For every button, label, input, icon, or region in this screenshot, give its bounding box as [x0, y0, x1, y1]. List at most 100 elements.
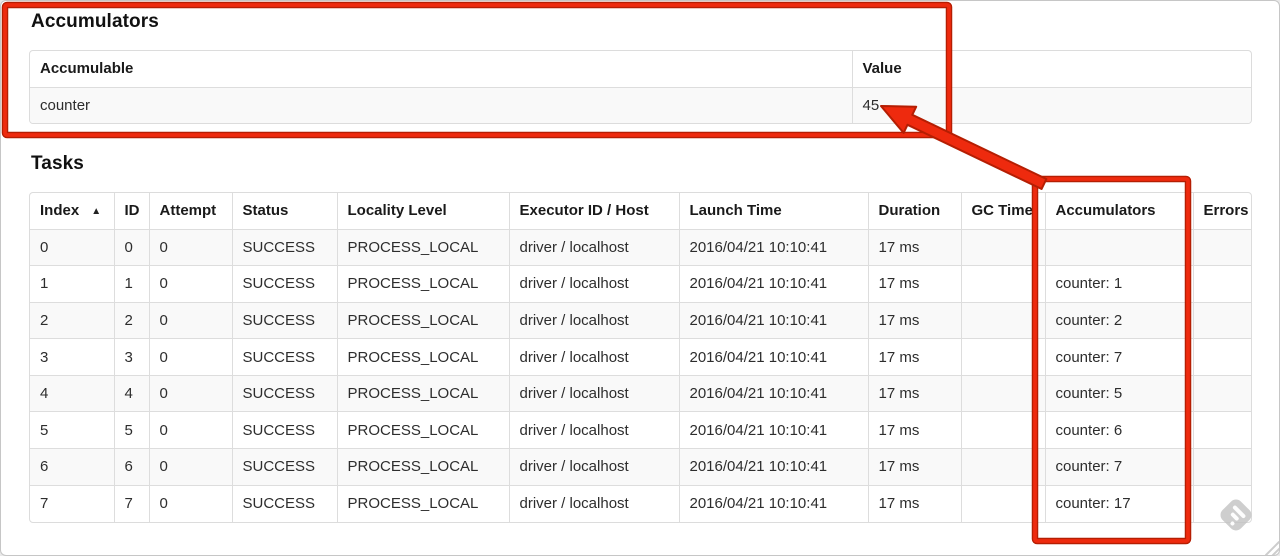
accumulators-cell: counter: 2: [1044, 301, 1194, 340]
duration-cell: 17 ms: [867, 484, 962, 522]
index-cell: 3: [30, 338, 115, 376]
task-row: 2 2 0 SUCCESS PROCESS_LOCAL driver / loc…: [30, 301, 1251, 340]
status-cell: SUCCESS: [231, 484, 338, 522]
duration-cell: 17 ms: [867, 265, 962, 303]
index-cell: 6: [30, 448, 115, 486]
index-cell: 0: [30, 228, 115, 267]
id-cell: 2: [113, 301, 150, 340]
index-cell: 5: [30, 411, 115, 450]
task-row: 0 0 0 SUCCESS PROCESS_LOCAL driver / loc…: [30, 228, 1251, 267]
status-cell: SUCCESS: [231, 338, 338, 376]
status-cell: SUCCESS: [231, 301, 338, 340]
column-header-index[interactable]: Index ▲: [30, 193, 115, 230]
column-header-status[interactable]: Status: [231, 193, 338, 230]
status-cell: SUCCESS: [231, 265, 338, 303]
locality-cell: PROCESS_LOCAL: [336, 301, 510, 340]
column-header-executor-id-host[interactable]: Executor ID / Host: [508, 193, 680, 230]
executor-cell: driver / localhost: [508, 265, 680, 303]
tasks-section-title: Tasks: [31, 153, 84, 174]
executor-cell: driver / localhost: [508, 484, 680, 522]
accumulators-cell: counter: 7: [1044, 338, 1194, 376]
errors-cell: [1192, 265, 1251, 303]
launch-time-cell: 2016/04/21 10:10:41: [678, 338, 869, 376]
duration-cell: 17 ms: [867, 301, 962, 340]
executor-cell: driver / localhost: [508, 338, 680, 376]
accumulators-table: Accumulable Value counter 45: [29, 50, 1252, 124]
duration-cell: 17 ms: [867, 338, 962, 376]
attempt-cell: 0: [148, 374, 233, 413]
attempt-cell: 0: [148, 301, 233, 340]
sort-ascending-icon: ▲: [91, 206, 102, 218]
accumulators-cell: counter: 17: [1044, 484, 1194, 522]
tasks-table: Index ▲ ID Attempt Status Locality Level …: [29, 192, 1252, 523]
errors-cell: [1192, 338, 1251, 376]
index-cell: 4: [30, 374, 115, 413]
accumulators-cell: [1044, 228, 1194, 267]
id-cell: 6: [113, 448, 150, 486]
errors-cell: [1192, 448, 1251, 486]
column-header-attempt[interactable]: Attempt: [148, 193, 233, 230]
accumulable-name-cell: counter: [30, 86, 853, 123]
locality-cell: PROCESS_LOCAL: [336, 228, 510, 267]
gc-time-cell: [960, 338, 1046, 376]
accumulator-row: counter 45: [30, 86, 1251, 123]
column-header-accumulators[interactable]: Accumulators: [1044, 193, 1194, 230]
id-cell: 7: [113, 484, 150, 522]
status-cell: SUCCESS: [231, 411, 338, 450]
locality-cell: PROCESS_LOCAL: [336, 411, 510, 450]
gc-time-cell: [960, 484, 1046, 522]
attempt-cell: 0: [148, 265, 233, 303]
attempt-cell: 0: [148, 484, 233, 522]
executor-cell: driver / localhost: [508, 411, 680, 450]
accumulators-header-row: Accumulable Value: [30, 51, 1251, 88]
column-header-errors[interactable]: Errors: [1192, 193, 1251, 230]
index-cell: 7: [30, 484, 115, 522]
accumulators-cell: counter: 1: [1044, 265, 1194, 303]
errors-cell: [1192, 484, 1251, 522]
column-header-locality-level[interactable]: Locality Level: [336, 193, 510, 230]
gc-time-cell: [960, 411, 1046, 450]
executor-cell: driver / localhost: [508, 228, 680, 267]
status-cell: SUCCESS: [231, 228, 338, 267]
errors-cell: [1192, 374, 1251, 413]
column-header-accumulable: Accumulable: [30, 51, 853, 88]
accumulators-cell: counter: 6: [1044, 411, 1194, 450]
errors-cell: [1192, 228, 1251, 267]
status-cell: SUCCESS: [231, 448, 338, 486]
column-header-id[interactable]: ID: [113, 193, 150, 230]
attempt-cell: 0: [148, 338, 233, 376]
gc-time-cell: [960, 265, 1046, 303]
column-header-gc-time[interactable]: GC Time: [960, 193, 1046, 230]
id-cell: 0: [113, 228, 150, 267]
spark-ui-window: Accumulators Accumulable Value counter 4…: [0, 0, 1280, 556]
column-header-duration[interactable]: Duration: [867, 193, 962, 230]
accumulable-value-cell: 45: [851, 86, 1251, 123]
launch-time-cell: 2016/04/21 10:10:41: [678, 265, 869, 303]
locality-cell: PROCESS_LOCAL: [336, 484, 510, 522]
locality-cell: PROCESS_LOCAL: [336, 338, 510, 376]
duration-cell: 17 ms: [867, 411, 962, 450]
duration-cell: 17 ms: [867, 448, 962, 486]
executor-cell: driver / localhost: [508, 374, 680, 413]
resize-corner-mark: [1265, 541, 1279, 555]
task-row: 7 7 0 SUCCESS PROCESS_LOCAL driver / loc…: [30, 484, 1251, 522]
tasks-header-row: Index ▲ ID Attempt Status Locality Level …: [30, 193, 1251, 230]
locality-cell: PROCESS_LOCAL: [336, 448, 510, 486]
errors-cell: [1192, 411, 1251, 450]
errors-cell: [1192, 301, 1251, 340]
launch-time-cell: 2016/04/21 10:10:41: [678, 374, 869, 413]
launch-time-cell: 2016/04/21 10:10:41: [678, 448, 869, 486]
launch-time-cell: 2016/04/21 10:10:41: [678, 228, 869, 267]
attempt-cell: 0: [148, 411, 233, 450]
task-row: 6 6 0 SUCCESS PROCESS_LOCAL driver / loc…: [30, 448, 1251, 486]
gc-time-cell: [960, 228, 1046, 267]
launch-time-cell: 2016/04/21 10:10:41: [678, 484, 869, 522]
id-cell: 1: [113, 265, 150, 303]
executor-cell: driver / localhost: [508, 301, 680, 340]
column-header-launch-time[interactable]: Launch Time: [678, 193, 869, 230]
status-cell: SUCCESS: [231, 374, 338, 413]
task-row: 1 1 0 SUCCESS PROCESS_LOCAL driver / loc…: [30, 265, 1251, 303]
gc-time-cell: [960, 448, 1046, 486]
gc-time-cell: [960, 301, 1046, 340]
duration-cell: 17 ms: [867, 374, 962, 413]
